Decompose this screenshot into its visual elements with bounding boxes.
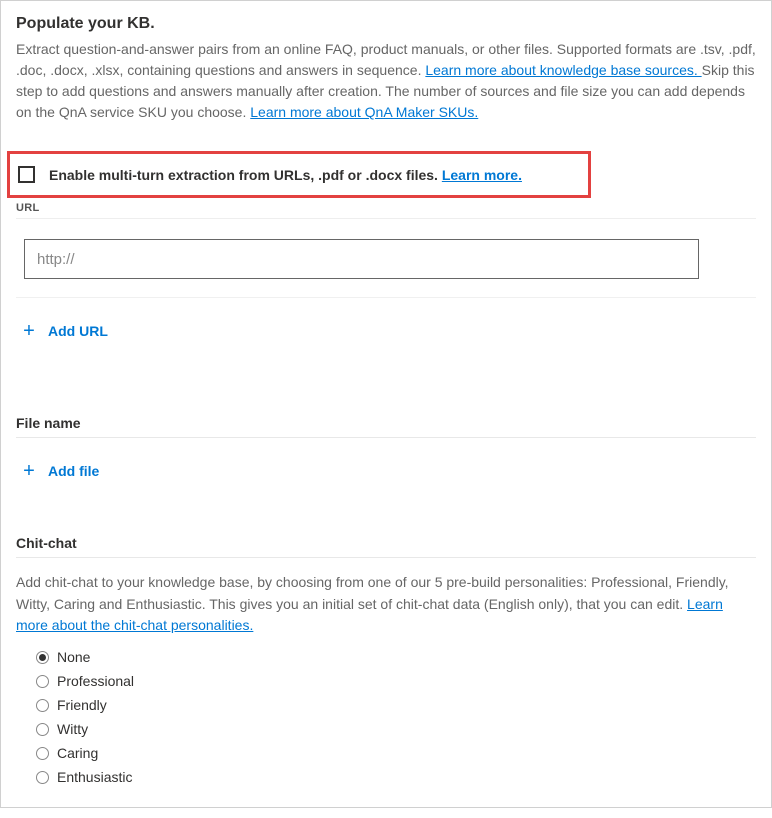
multiturn-checkbox[interactable]: [18, 166, 35, 183]
multiturn-highlight-box: Enable multi-turn extraction from URLs, …: [7, 151, 591, 198]
url-input[interactable]: [24, 239, 699, 279]
radio-icon: [36, 747, 49, 760]
radio-icon: [36, 699, 49, 712]
plus-icon: +: [20, 322, 38, 340]
multiturn-label: Enable multi-turn extraction from URLs, …: [49, 167, 522, 183]
add-file-button[interactable]: + Add file: [20, 462, 99, 480]
divider: [16, 218, 756, 219]
radio-label: Enthusiastic: [57, 769, 132, 785]
chit-chat-radio-group: None Professional Friendly Witty Caring Enthu…: [36, 645, 756, 789]
file-name-label: File name: [16, 415, 756, 431]
radio-option-enthusiastic[interactable]: Enthusiastic: [36, 765, 756, 789]
section-title: Populate your KB.: [16, 15, 756, 33]
populate-kb-panel: Populate your KB. Extract question-and-a…: [0, 0, 772, 808]
radio-label: Professional: [57, 673, 134, 689]
chit-desc-text: Add chit-chat to your knowledge base, by…: [16, 574, 729, 612]
section-description: Extract question-and-answer pairs from a…: [16, 39, 756, 123]
radio-option-witty[interactable]: Witty: [36, 717, 756, 741]
radio-icon: [36, 771, 49, 784]
learn-more-skus-link[interactable]: Learn more about QnA Maker SKUs.: [250, 104, 478, 120]
multiturn-text: Enable multi-turn extraction from URLs, …: [49, 167, 442, 183]
divider: [16, 557, 756, 558]
plus-icon: +: [20, 462, 38, 480]
radio-icon: [36, 675, 49, 688]
multiturn-learn-more-link[interactable]: Learn more.: [442, 167, 522, 183]
radio-option-friendly[interactable]: Friendly: [36, 693, 756, 717]
divider: [16, 437, 756, 438]
radio-label: Friendly: [57, 697, 107, 713]
radio-icon: [36, 651, 49, 664]
add-url-button[interactable]: + Add URL: [20, 322, 108, 340]
chit-chat-description: Add chit-chat to your knowledge base, by…: [16, 572, 756, 637]
radio-option-professional[interactable]: Professional: [36, 669, 756, 693]
add-url-label: Add URL: [48, 323, 108, 339]
radio-icon: [36, 723, 49, 736]
url-field-label: URL: [16, 202, 756, 214]
chit-chat-title: Chit-chat: [16, 535, 756, 551]
radio-label: None: [57, 649, 90, 665]
divider: [16, 297, 756, 298]
radio-option-none[interactable]: None: [36, 645, 756, 669]
radio-label: Witty: [57, 721, 88, 737]
radio-option-caring[interactable]: Caring: [36, 741, 756, 765]
radio-label: Caring: [57, 745, 98, 761]
add-file-label: Add file: [48, 463, 99, 479]
learn-more-kb-sources-link[interactable]: Learn more about knowledge base sources.: [425, 62, 701, 78]
